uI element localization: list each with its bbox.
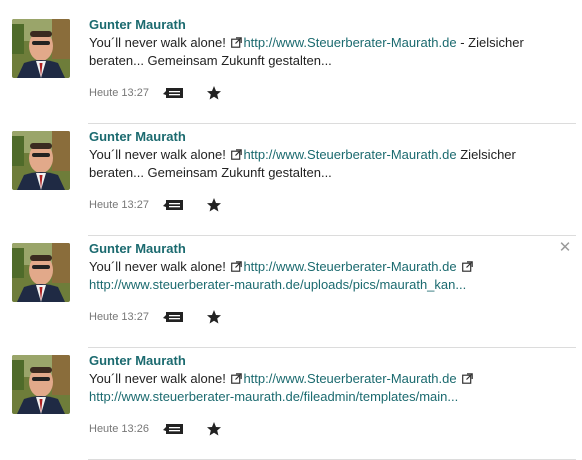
post-link[interactable]: http://www.Steuerberater-Maurath.de [243, 259, 456, 274]
star-icon[interactable] [206, 309, 222, 325]
avatar[interactable] [12, 355, 70, 414]
post-timestamp[interactable]: Heute 13:27 [89, 86, 149, 100]
post-link[interactable]: http://www.Steuerberater-Maurath.de [243, 35, 456, 50]
feed-post: Gunter Maurath ✕ You´ll never walk alone… [0, 236, 582, 348]
post-text: You´ll never walk alone! http://www.Steu… [89, 146, 529, 182]
external-link-icon [231, 149, 243, 160]
post-text-before: You´ll never walk alone! [89, 259, 226, 274]
external-link-icon [462, 373, 474, 384]
avatar[interactable] [12, 243, 70, 302]
external-link-icon [231, 373, 243, 384]
star-icon[interactable] [206, 197, 222, 213]
external-link-icon [231, 37, 243, 48]
post-text: You´ll never walk alone! http://www.Steu… [89, 34, 529, 70]
post-timestamp[interactable]: Heute 13:27 [89, 198, 149, 212]
close-icon[interactable]: ✕ [558, 240, 572, 255]
post-text: You´ll never walk alone! http://www.Steu… [89, 370, 529, 406]
comment-icon[interactable] [163, 198, 185, 212]
star-icon[interactable] [206, 421, 222, 437]
post-text-before: You´ll never walk alone! [89, 35, 226, 50]
post-link[interactable]: http://www.Steuerberater-Maurath.de [243, 147, 456, 162]
avatar[interactable] [12, 19, 70, 78]
post-link[interactable]: http://www.Steuerberater-Maurath.de [243, 371, 456, 386]
star-icon[interactable] [206, 85, 222, 101]
post-author[interactable]: Gunter Maurath [89, 129, 186, 145]
post-author[interactable]: Gunter Maurath [89, 353, 186, 369]
feed-post: Gunter Maurath You´ll never walk alone! … [0, 12, 582, 124]
feed-post: Gunter Maurath You´ll never walk alone! … [0, 348, 582, 460]
comment-icon[interactable] [163, 86, 185, 100]
post-text: You´ll never walk alone! http://www.Steu… [89, 258, 529, 294]
activity-feed: Gunter Maurath You´ll never walk alone! … [0, 0, 582, 460]
post-text-before: You´ll never walk alone! [89, 147, 226, 162]
post-timestamp[interactable]: Heute 13:27 [89, 310, 149, 324]
comment-icon[interactable] [163, 310, 185, 324]
feed-post: Gunter Maurath You´ll never walk alone! … [0, 124, 582, 236]
post-timestamp[interactable]: Heute 13:26 [89, 422, 149, 436]
post-author[interactable]: Gunter Maurath [89, 17, 186, 33]
post-author[interactable]: Gunter Maurath [89, 241, 186, 257]
comment-icon[interactable] [163, 422, 185, 436]
post-link-secondary[interactable]: http://www.steuerberater-maurath.de/uplo… [89, 277, 466, 292]
external-link-icon [231, 261, 243, 272]
post-link-secondary[interactable]: http://www.steuerberater-maurath.de/file… [89, 389, 458, 404]
post-text-before: You´ll never walk alone! [89, 371, 226, 386]
avatar[interactable] [12, 131, 70, 190]
external-link-icon [462, 261, 474, 272]
